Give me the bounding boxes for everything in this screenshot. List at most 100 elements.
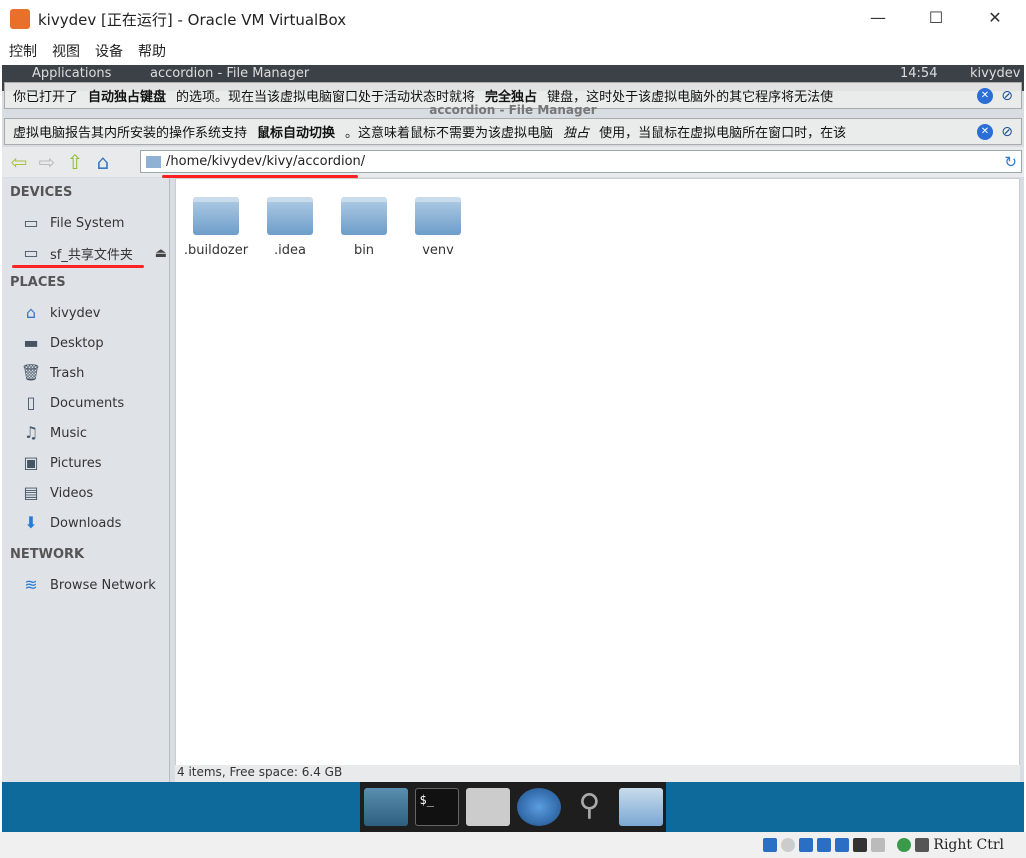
menu-view[interactable]: 视图 (52, 41, 80, 61)
file-item[interactable]: .buildozer (181, 197, 251, 258)
menu-control[interactable]: 控制 (9, 41, 37, 61)
file-item[interactable]: venv (403, 197, 473, 258)
close-notification-icon[interactable]: ✕ (977, 87, 993, 104)
menu-devices[interactable]: 设备 (95, 41, 123, 61)
sidebar-item-downloads[interactable]: ⬇ Downloads (2, 508, 169, 538)
location-path: /home/kivydev/kivy/accordion/ (166, 154, 366, 169)
devices-header: DEVICES (10, 185, 73, 200)
sidebar-item-label: File System (50, 215, 125, 231)
location-bar[interactable]: /home/kivydev/kivy/accordion/ ↻ (140, 150, 1022, 173)
file-name: bin (353, 243, 375, 258)
taskbar-window[interactable]: accordion - File Manager (150, 66, 309, 81)
sidebar-item-file-system[interactable]: ▭ File System (2, 208, 169, 238)
reload-icon[interactable]: ↻ (1004, 153, 1017, 171)
host-status-bar: Right Ctrl (0, 832, 1026, 858)
menu-help[interactable]: 帮助 (138, 41, 166, 61)
sidebar: DEVICES ▭ File System ▭ sf_共享文件夹 ⏏ PLACES ⌂… (2, 178, 170, 782)
sidebar-item-pictures[interactable]: ▣ Pictures (2, 448, 169, 478)
folder-icon (341, 197, 387, 235)
folder-icon (415, 197, 461, 235)
display-icon[interactable] (853, 838, 868, 852)
wifi-icon: ≋ (24, 575, 38, 594)
dont-show-icon[interactable]: ⊘ (1001, 88, 1013, 104)
home-icon: ⌂ (25, 303, 37, 322)
sidebar-item-label: Documents (50, 395, 125, 411)
sidebar-item-kivydev[interactable]: ⌂ kivydev (2, 298, 169, 328)
places-header: PLACES (10, 275, 66, 290)
harddisk-status-icon[interactable] (763, 838, 778, 852)
eject-icon[interactable]: ⏏ (155, 246, 167, 261)
file-name: .idea (274, 243, 306, 258)
sidebar-item-label: Music (50, 425, 87, 441)
search-icon[interactable]: ⚲ (568, 788, 612, 826)
file-manager-icon[interactable] (618, 788, 663, 826)
folder-icon (146, 155, 161, 168)
sidebar-item-documents[interactable]: ▯ Documents (2, 388, 169, 418)
back-icon[interactable]: ⇦ (8, 151, 30, 173)
network-header: NETWORK (10, 547, 85, 562)
mouse-integration-notification: 虚拟电脑报告其内所安装的操作系统支持 鼠标自动切换 。这意味着鼠标不需要为该虚拟电脑… (4, 118, 1022, 145)
sidebar-item-label: Browse Network (50, 577, 156, 593)
clock: 14:54 (900, 66, 938, 81)
fm-window-title: accordion - File Manager (429, 103, 597, 117)
file-view[interactable]: .buildozer .idea bin venv (175, 178, 1020, 766)
sidebar-item-trash[interactable]: 🗑 Trash (2, 358, 169, 388)
mouse-integration-icon[interactable] (897, 838, 912, 852)
sidebar-item-desktop[interactable]: ▬ Desktop (2, 328, 169, 358)
sidebar-item-label: Pictures (50, 455, 102, 471)
up-icon[interactable]: ⇧ (64, 151, 86, 173)
sidebar-item-label: Videos (50, 485, 94, 501)
forward-icon[interactable]: ⇨ (36, 151, 58, 173)
folder-icon (267, 197, 313, 235)
desktop-icon: ▬ (23, 333, 39, 352)
status-bar: 4 items, Free space: 6.4 GB (175, 765, 1020, 782)
sidebar-item-label: kivydev (50, 305, 101, 321)
sidebar-item-label: Downloads (50, 515, 122, 531)
recording-icon[interactable] (871, 838, 886, 852)
network-status-icon[interactable] (817, 838, 832, 852)
file-item[interactable]: bin (329, 197, 399, 258)
keyboard-capture-icon[interactable] (915, 838, 930, 852)
file-item[interactable]: .idea (255, 197, 325, 258)
notification-text: 虚拟电脑报告其内所安装的操作系统支持 (13, 126, 248, 141)
sidebar-item-label: Trash (50, 365, 85, 381)
show-desktop-icon[interactable] (363, 788, 408, 826)
terminal-icon[interactable]: $_ (414, 788, 459, 826)
dock: $_ ⚲ (360, 782, 666, 832)
fm-toolbar: ⇦ ⇨ ⇧ ⌂ /home/kivydev/kivy/accordion/ ↻ (2, 147, 1024, 178)
harddisk-icon: ▭ (23, 213, 39, 232)
applications-menu[interactable]: Applications (32, 66, 111, 81)
sidebar-item-shared-folder[interactable]: ▭ sf_共享文件夹 ⏏ (2, 238, 169, 268)
sidebar-item-music[interactable]: ♫ Music (2, 418, 169, 448)
close-notification-icon[interactable]: ✕ (977, 123, 993, 140)
sidebar-item-videos[interactable]: ▤ Videos (2, 478, 169, 508)
virtualbox-icon (10, 9, 30, 29)
notification-text: 使用，当鼠标在虚拟电脑所在窗口时，在该 (599, 126, 847, 141)
menu-bar: 控制 视图 设备 帮助 (0, 38, 1026, 64)
shared-folders-icon[interactable] (835, 838, 850, 852)
home-folder-icon[interactable] (465, 788, 510, 826)
host-key-label: Right Ctrl (933, 837, 1004, 853)
user-menu[interactable]: kivydev (970, 66, 1020, 81)
home-icon[interactable]: ⌂ (92, 151, 114, 173)
sidebar-item-browse-network[interactable]: ≋ Browse Network (2, 570, 169, 600)
file-name: venv (422, 243, 454, 258)
notification-text: 。这意味着鼠标不需要为该虚拟电脑 (345, 126, 554, 141)
file-name: .buildozer (183, 243, 249, 258)
documents-icon: ▯ (26, 393, 36, 412)
dont-show-icon[interactable]: ⊘ (1001, 124, 1013, 140)
guest-dock-panel: $_ ⚲ (2, 782, 1024, 832)
web-browser-icon[interactable] (516, 788, 561, 826)
drive-icon: ▭ (23, 243, 39, 262)
downloads-icon: ⬇ (24, 513, 38, 532)
trash-icon: 🗑 (20, 363, 42, 382)
videos-icon: ▤ (23, 483, 39, 502)
minimize-button[interactable]: — (858, 8, 898, 27)
folder-icon (193, 197, 239, 235)
maximize-button[interactable]: ☐ (916, 8, 956, 27)
usb-icon[interactable] (799, 838, 814, 852)
pictures-icon: ▣ (23, 453, 39, 472)
optical-drive-icon[interactable] (781, 838, 796, 852)
close-button[interactable]: ✕ (975, 8, 1015, 27)
vm-screen[interactable]: Applications accordion - File Manager 14… (2, 65, 1024, 832)
